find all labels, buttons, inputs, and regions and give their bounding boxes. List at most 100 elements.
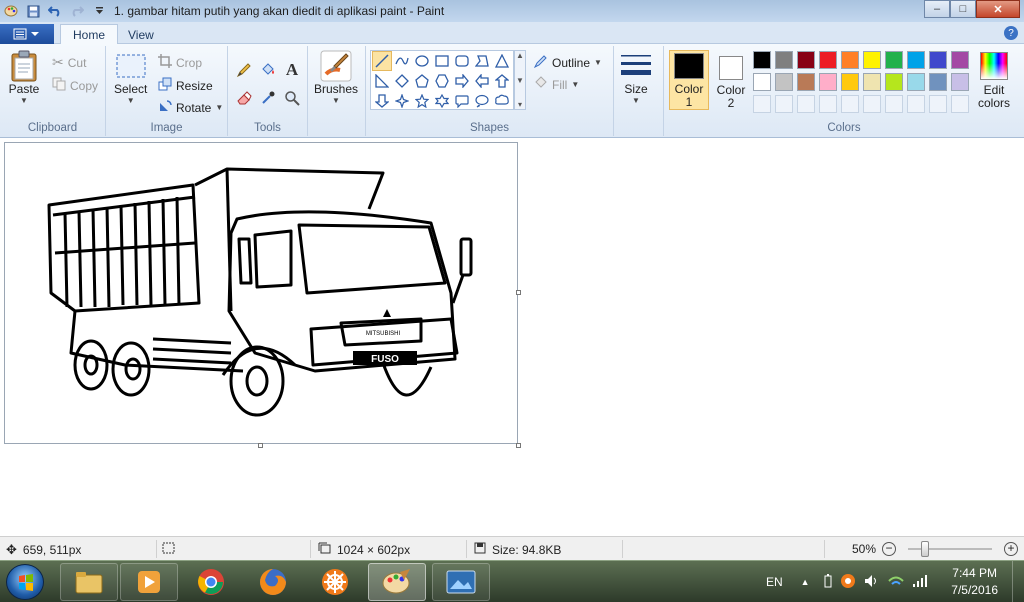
palette-color-swatch[interactable] bbox=[819, 73, 837, 91]
left-arrow-shape-icon[interactable] bbox=[472, 71, 492, 91]
resize-handle-corner[interactable] bbox=[516, 443, 521, 448]
palette-color-swatch[interactable] bbox=[885, 73, 903, 91]
pentagon-shape-icon[interactable] bbox=[412, 71, 432, 91]
four-point-star-shape-icon[interactable] bbox=[392, 91, 412, 111]
text-tool-icon[interactable]: A bbox=[282, 60, 302, 80]
color1-button[interactable]: Color 1 bbox=[669, 50, 709, 110]
palette-color-swatch[interactable] bbox=[841, 51, 859, 69]
copy-button[interactable]: Copy bbox=[52, 77, 98, 94]
taskbar-explorer[interactable] bbox=[60, 563, 118, 601]
tab-view[interactable]: View bbox=[116, 24, 166, 45]
resize-button[interactable]: Resize bbox=[158, 77, 213, 94]
taskbar-paint[interactable] bbox=[368, 563, 426, 601]
rectangle-shape-icon[interactable] bbox=[432, 51, 452, 71]
maximize-button[interactable]: □ bbox=[950, 0, 976, 18]
palette-color-swatch[interactable] bbox=[907, 95, 925, 113]
fill-bucket-icon[interactable] bbox=[258, 60, 278, 80]
palette-color-swatch[interactable] bbox=[929, 51, 947, 69]
show-hidden-icons-chevron-up-icon[interactable]: ▲ bbox=[801, 577, 810, 587]
resize-handle-bottom[interactable] bbox=[258, 443, 263, 448]
paint-menu-button[interactable] bbox=[0, 24, 54, 44]
palette-color-swatch[interactable] bbox=[753, 95, 771, 113]
undo-icon[interactable] bbox=[46, 2, 64, 20]
paste-button[interactable]: Paste ▼ bbox=[8, 50, 40, 105]
shapes-scrollbar[interactable]: ▲ ▼ ▾ bbox=[514, 50, 526, 110]
zoom-out-button[interactable]: − bbox=[882, 542, 896, 556]
customize-qat-chevron-down-icon[interactable] bbox=[90, 2, 108, 20]
brushes-button[interactable]: Brushes ▼ bbox=[314, 50, 358, 105]
palette-color-swatch[interactable] bbox=[753, 51, 771, 69]
outline-button[interactable]: Outline ▼ bbox=[533, 54, 602, 71]
palette-color-swatch[interactable] bbox=[797, 73, 815, 91]
palette-color-swatch[interactable] bbox=[775, 95, 793, 113]
show-desktop-button[interactable] bbox=[1012, 561, 1024, 602]
curve-shape-icon[interactable] bbox=[392, 51, 412, 71]
palette-color-swatch[interactable] bbox=[907, 73, 925, 91]
taskbar-media-player[interactable] bbox=[120, 563, 178, 601]
expand-gallery-icon[interactable]: ▾ bbox=[518, 100, 522, 109]
palette-color-swatch[interactable] bbox=[929, 73, 947, 91]
taskbar-chrome[interactable] bbox=[182, 563, 240, 601]
fill-button[interactable]: Fill ▼ bbox=[534, 76, 579, 93]
palette-color-swatch[interactable] bbox=[863, 51, 881, 69]
down-arrow-shape-icon[interactable] bbox=[372, 91, 392, 111]
palette-color-swatch[interactable] bbox=[797, 51, 815, 69]
triangle-shape-icon[interactable] bbox=[492, 51, 512, 71]
palette-color-swatch[interactable] bbox=[775, 73, 793, 91]
color2-button[interactable]: Color 2 bbox=[711, 50, 751, 110]
five-point-star-shape-icon[interactable] bbox=[412, 91, 432, 111]
up-arrow-shape-icon[interactable] bbox=[492, 71, 512, 91]
right-arrow-shape-icon[interactable] bbox=[452, 71, 472, 91]
polygon-shape-icon[interactable] bbox=[472, 51, 492, 71]
palette-color-swatch[interactable] bbox=[951, 95, 969, 113]
zoom-slider-thumb[interactable] bbox=[920, 541, 929, 557]
cut-button[interactable]: ✂ Cut bbox=[52, 54, 86, 71]
language-indicator[interactable]: EN bbox=[766, 575, 783, 589]
color-picker-icon[interactable] bbox=[258, 88, 278, 108]
magnifier-icon[interactable] bbox=[282, 88, 302, 108]
palette-color-swatch[interactable] bbox=[885, 95, 903, 113]
crop-button[interactable]: Crop bbox=[158, 54, 202, 71]
pencil-icon[interactable] bbox=[234, 60, 254, 80]
palette-color-swatch[interactable] bbox=[819, 95, 837, 113]
cloud-callout-shape-icon[interactable] bbox=[492, 91, 512, 111]
select-button[interactable]: Select ▼ bbox=[114, 50, 147, 105]
help-icon[interactable]: ? bbox=[1004, 26, 1018, 40]
palette-color-swatch[interactable] bbox=[819, 51, 837, 69]
redo-icon[interactable] bbox=[68, 2, 86, 20]
taskbar-photo-viewer[interactable] bbox=[432, 563, 490, 601]
palette-color-swatch[interactable] bbox=[863, 73, 881, 91]
resize-handle-right[interactable] bbox=[516, 290, 521, 295]
minimize-button[interactable]: – bbox=[924, 0, 950, 18]
palette-color-swatch[interactable] bbox=[775, 51, 793, 69]
hexagon-shape-icon[interactable] bbox=[432, 71, 452, 91]
six-point-star-shape-icon[interactable] bbox=[432, 91, 452, 111]
tab-home[interactable]: Home bbox=[60, 24, 119, 45]
taskbar-clock[interactable]: 7:44 PM 7/5/2016 bbox=[951, 565, 998, 599]
drawing-canvas[interactable]: FUSO MITSUBISHI bbox=[4, 142, 518, 444]
oval-shape-icon[interactable] bbox=[412, 51, 432, 71]
taskbar-ship-wheel-app[interactable] bbox=[306, 563, 364, 601]
diamond-shape-icon[interactable] bbox=[392, 71, 412, 91]
line-shape-icon[interactable] bbox=[372, 51, 392, 71]
palette-color-swatch[interactable] bbox=[753, 73, 771, 91]
paint-app-icon[interactable] bbox=[2, 2, 20, 20]
palette-color-swatch[interactable] bbox=[951, 73, 969, 91]
scroll-up-icon[interactable]: ▲ bbox=[516, 51, 524, 60]
size-button[interactable]: Size ▼ bbox=[620, 50, 652, 105]
palette-color-swatch[interactable] bbox=[797, 95, 815, 113]
palette-color-swatch[interactable] bbox=[863, 95, 881, 113]
palette-color-swatch[interactable] bbox=[885, 51, 903, 69]
palette-color-swatch[interactable] bbox=[907, 51, 925, 69]
eraser-icon[interactable] bbox=[234, 88, 254, 108]
taskbar-firefox[interactable] bbox=[244, 563, 302, 601]
close-button[interactable]: ✕ bbox=[976, 0, 1020, 18]
save-icon[interactable] bbox=[24, 2, 42, 20]
palette-color-swatch[interactable] bbox=[929, 95, 947, 113]
palette-color-swatch[interactable] bbox=[841, 95, 859, 113]
palette-color-swatch[interactable] bbox=[951, 51, 969, 69]
rotate-button[interactable]: Rotate ▼ bbox=[158, 99, 223, 116]
network-icon[interactable] bbox=[887, 574, 904, 591]
edit-colors-button[interactable]: Edit colors bbox=[974, 50, 1014, 110]
battery-icon[interactable] bbox=[824, 573, 832, 591]
